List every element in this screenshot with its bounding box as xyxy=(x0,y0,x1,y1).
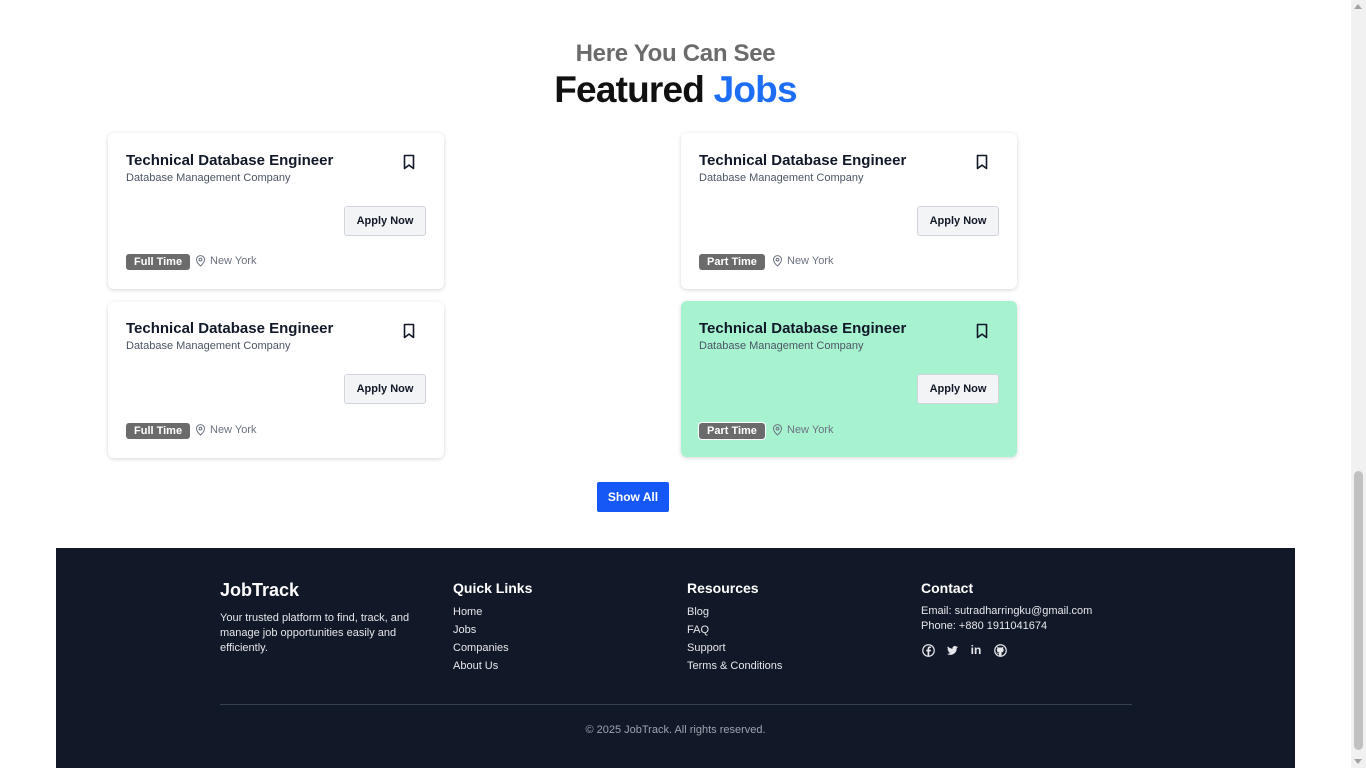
footer-link-companies[interactable]: Companies xyxy=(453,641,509,659)
footer-link-jobs[interactable]: Jobs xyxy=(453,623,509,641)
footer-link-home[interactable]: Home xyxy=(453,605,509,623)
job-card[interactable]: Technical Database Engineer Database Man… xyxy=(108,133,444,289)
scroll-up-arrow-icon[interactable] xyxy=(1354,4,1362,9)
location-text: New York xyxy=(787,424,834,436)
copyright-text: © 2025 JobTrack. All rights reserved. xyxy=(585,724,766,736)
company-name: Database Management Company xyxy=(126,172,291,184)
apply-now-button[interactable]: Apply Now xyxy=(917,374,999,404)
footer-brand[interactable]: JobTrack xyxy=(220,580,299,601)
job-title[interactable]: Technical Database Engineer xyxy=(126,320,333,337)
job-card-highlighted[interactable]: Technical Database Engineer Database Man… xyxy=(681,301,1017,457)
job-location: New York xyxy=(772,255,833,267)
footer-link-faq[interactable]: FAQ xyxy=(687,623,782,641)
job-title[interactable]: Technical Database Engineer xyxy=(126,152,333,169)
job-type-badge: Full Time xyxy=(126,423,191,439)
bookmark-icon[interactable] xyxy=(975,154,989,170)
location-text: New York xyxy=(210,424,257,436)
apply-now-button[interactable]: Apply Now xyxy=(344,374,426,404)
job-card[interactable]: Technical Database Engineer Database Man… xyxy=(681,133,1017,289)
quick-links-list: Home Jobs Companies About Us xyxy=(453,605,509,677)
social-links: in xyxy=(921,643,1007,657)
job-location: New York xyxy=(772,424,833,436)
bookmark-icon[interactable] xyxy=(402,323,416,339)
quick-links-heading: Quick Links xyxy=(453,580,533,596)
bookmark-icon[interactable] xyxy=(402,154,416,170)
footer-tagline: Your trusted platform to find, track, an… xyxy=(220,612,410,654)
heading-main: Featured xyxy=(554,69,705,110)
location-pin-icon xyxy=(195,424,206,436)
site-footer: JobTrack Your trusted platform to find, … xyxy=(56,548,1295,768)
footer-link-about-us[interactable]: About Us xyxy=(453,659,509,677)
resources-list: Blog FAQ Support Terms & Conditions xyxy=(687,605,782,677)
contact-phone: Phone: +880 1911041674 xyxy=(921,620,1048,632)
job-type-badge: Full Time xyxy=(126,254,191,270)
section-subheading: Here You Can See xyxy=(575,40,776,67)
job-type-badge: Part Time xyxy=(699,423,765,439)
job-card[interactable]: Technical Database Engineer Database Man… xyxy=(108,302,444,458)
heading-accent: Jobs xyxy=(713,69,798,110)
facebook-icon[interactable] xyxy=(921,643,935,657)
location-pin-icon xyxy=(772,255,783,267)
resources-heading: Resources xyxy=(687,580,759,596)
apply-now-button[interactable]: Apply Now xyxy=(917,206,999,236)
location-text: New York xyxy=(210,255,257,267)
featured-jobs-header: Here You Can See Featured Jobs xyxy=(0,40,1351,111)
job-title[interactable]: Technical Database Engineer xyxy=(699,320,906,337)
linkedin-icon[interactable]: in xyxy=(969,643,983,657)
scrollbar-thumb[interactable] xyxy=(1354,471,1363,750)
vertical-scrollbar[interactable] xyxy=(1351,0,1366,768)
company-name: Database Management Company xyxy=(699,172,864,184)
job-location: New York xyxy=(195,424,256,436)
job-type-badge: Part Time xyxy=(699,254,765,270)
github-icon[interactable] xyxy=(993,643,1007,657)
section-heading: Featured Jobs xyxy=(0,69,1351,111)
bookmark-icon[interactable] xyxy=(975,323,989,339)
footer-link-support[interactable]: Support xyxy=(687,641,782,659)
contact-heading: Contact xyxy=(921,580,974,596)
job-title[interactable]: Technical Database Engineer xyxy=(699,152,906,169)
company-name: Database Management Company xyxy=(126,340,291,352)
apply-now-button[interactable]: Apply Now xyxy=(344,206,426,236)
twitter-icon[interactable] xyxy=(945,643,959,657)
contact-email: Email: sutradharringku@gmail.com xyxy=(921,605,1093,617)
location-pin-icon xyxy=(772,424,783,436)
footer-divider xyxy=(220,704,1132,705)
scroll-down-arrow-icon[interactable] xyxy=(1354,759,1362,764)
location-text: New York xyxy=(787,255,834,267)
job-location: New York xyxy=(195,255,256,267)
show-all-button[interactable]: Show All xyxy=(597,482,669,512)
footer-link-blog[interactable]: Blog xyxy=(687,605,782,623)
company-name: Database Management Company xyxy=(699,340,864,352)
location-pin-icon xyxy=(195,255,206,267)
footer-link-terms[interactable]: Terms & Conditions xyxy=(687,659,782,677)
